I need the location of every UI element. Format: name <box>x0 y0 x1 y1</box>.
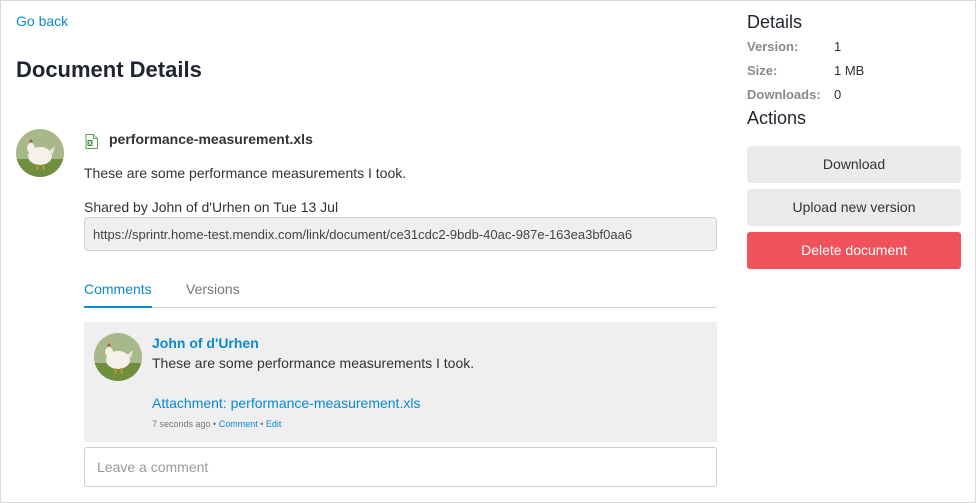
comment-edit-link[interactable]: Edit <box>266 419 282 429</box>
comment-text: These are some performance measurements … <box>152 355 475 371</box>
downloads-label: Downloads: <box>747 87 821 102</box>
size-label: Size: <box>747 63 778 78</box>
comment-card: John of d'Urhen These are some performan… <box>84 322 717 442</box>
comment-meta: 7 seconds ago • Comment • Edit <box>152 419 281 429</box>
spreadsheet-file-icon <box>85 134 98 149</box>
tab-bar: Comments Versions <box>84 280 717 308</box>
details-heading: Details <box>747 12 803 32</box>
version-label: Version: <box>747 39 799 54</box>
file-name: performance-measurement.xls <box>109 131 313 147</box>
actions-heading: Actions <box>747 108 807 128</box>
comment-author-link[interactable]: John of d'Urhen <box>152 335 259 351</box>
meta-separator: • <box>210 419 219 429</box>
comment-input[interactable] <box>84 447 717 487</box>
chicken-avatar-image <box>16 129 64 177</box>
downloads-value: 0 <box>834 87 842 102</box>
tab-comments[interactable]: Comments <box>84 281 152 308</box>
version-value: 1 <box>834 39 842 54</box>
download-button[interactable]: Download <box>747 146 961 183</box>
page-title: Document Details <box>16 57 202 82</box>
comment-timestamp: 7 seconds ago <box>152 419 211 429</box>
chicken-avatar-image <box>94 333 142 381</box>
comment-avatar <box>94 333 142 381</box>
delete-document-button[interactable]: Delete document <box>747 232 961 269</box>
upload-new-version-button[interactable]: Upload new version <box>747 189 961 226</box>
share-link-field[interactable]: https://sprintr.home-test.mendix.com/lin… <box>84 217 717 251</box>
shared-by-text: Shared by John of d'Urhen on Tue 13 Jul <box>84 199 339 215</box>
document-description: These are some performance measurements … <box>84 165 407 181</box>
comment-attachment-link[interactable]: Attachment: performance-measurement.xls <box>152 395 420 411</box>
avatar <box>16 129 64 177</box>
go-back-link[interactable]: Go back <box>16 13 68 29</box>
tab-versions[interactable]: Versions <box>186 281 240 297</box>
size-value: 1 MB <box>834 63 865 78</box>
meta-separator: • <box>257 419 266 429</box>
comment-reply-link[interactable]: Comment <box>219 419 258 429</box>
